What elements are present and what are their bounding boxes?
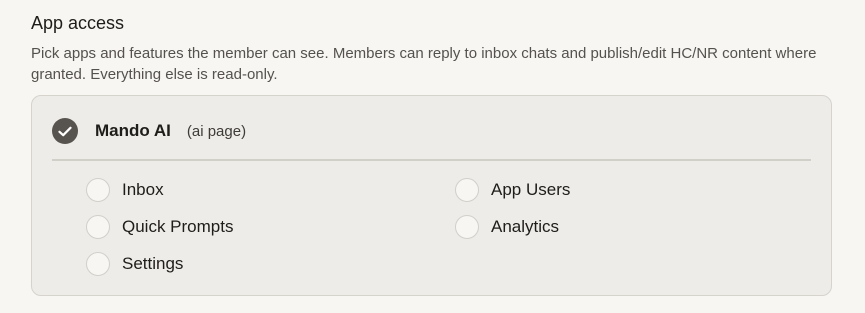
divider: [52, 159, 811, 161]
feature-option-analytics[interactable]: Analytics: [455, 214, 559, 240]
feature-label: Inbox: [122, 180, 164, 199]
feature-option-settings[interactable]: Settings: [86, 251, 183, 277]
feature-label: App Users: [491, 180, 571, 199]
app-access-section: App access Pick apps and features the me…: [0, 0, 865, 313]
app-checkbox[interactable]: [52, 118, 78, 144]
section-title: App access: [31, 13, 125, 33]
feature-option-inbox[interactable]: Inbox: [86, 177, 164, 203]
app-name: Mando AI: [95, 121, 171, 140]
check-icon: [58, 126, 72, 136]
feature-label: Settings: [122, 254, 184, 273]
app-tag: (ai page): [186, 122, 247, 140]
feature-radio[interactable]: [86, 178, 110, 202]
feature-radio[interactable]: [86, 252, 110, 276]
feature-label: Quick Prompts: [122, 217, 234, 236]
feature-label: Analytics: [491, 217, 560, 236]
feature-option-quick-prompts[interactable]: Quick Prompts: [86, 214, 233, 240]
app-card: Mando AI (ai page) Inbox Quick Prompts S…: [31, 95, 832, 296]
feature-option-app-users[interactable]: App Users: [455, 177, 570, 203]
feature-radio[interactable]: [455, 215, 479, 239]
section-description: Pick apps and features the member can se…: [31, 45, 817, 83]
feature-radio[interactable]: [455, 178, 479, 202]
app-toggle-mando-ai[interactable]: Mando AI (ai page): [52, 118, 246, 144]
feature-radio[interactable]: [86, 215, 110, 239]
